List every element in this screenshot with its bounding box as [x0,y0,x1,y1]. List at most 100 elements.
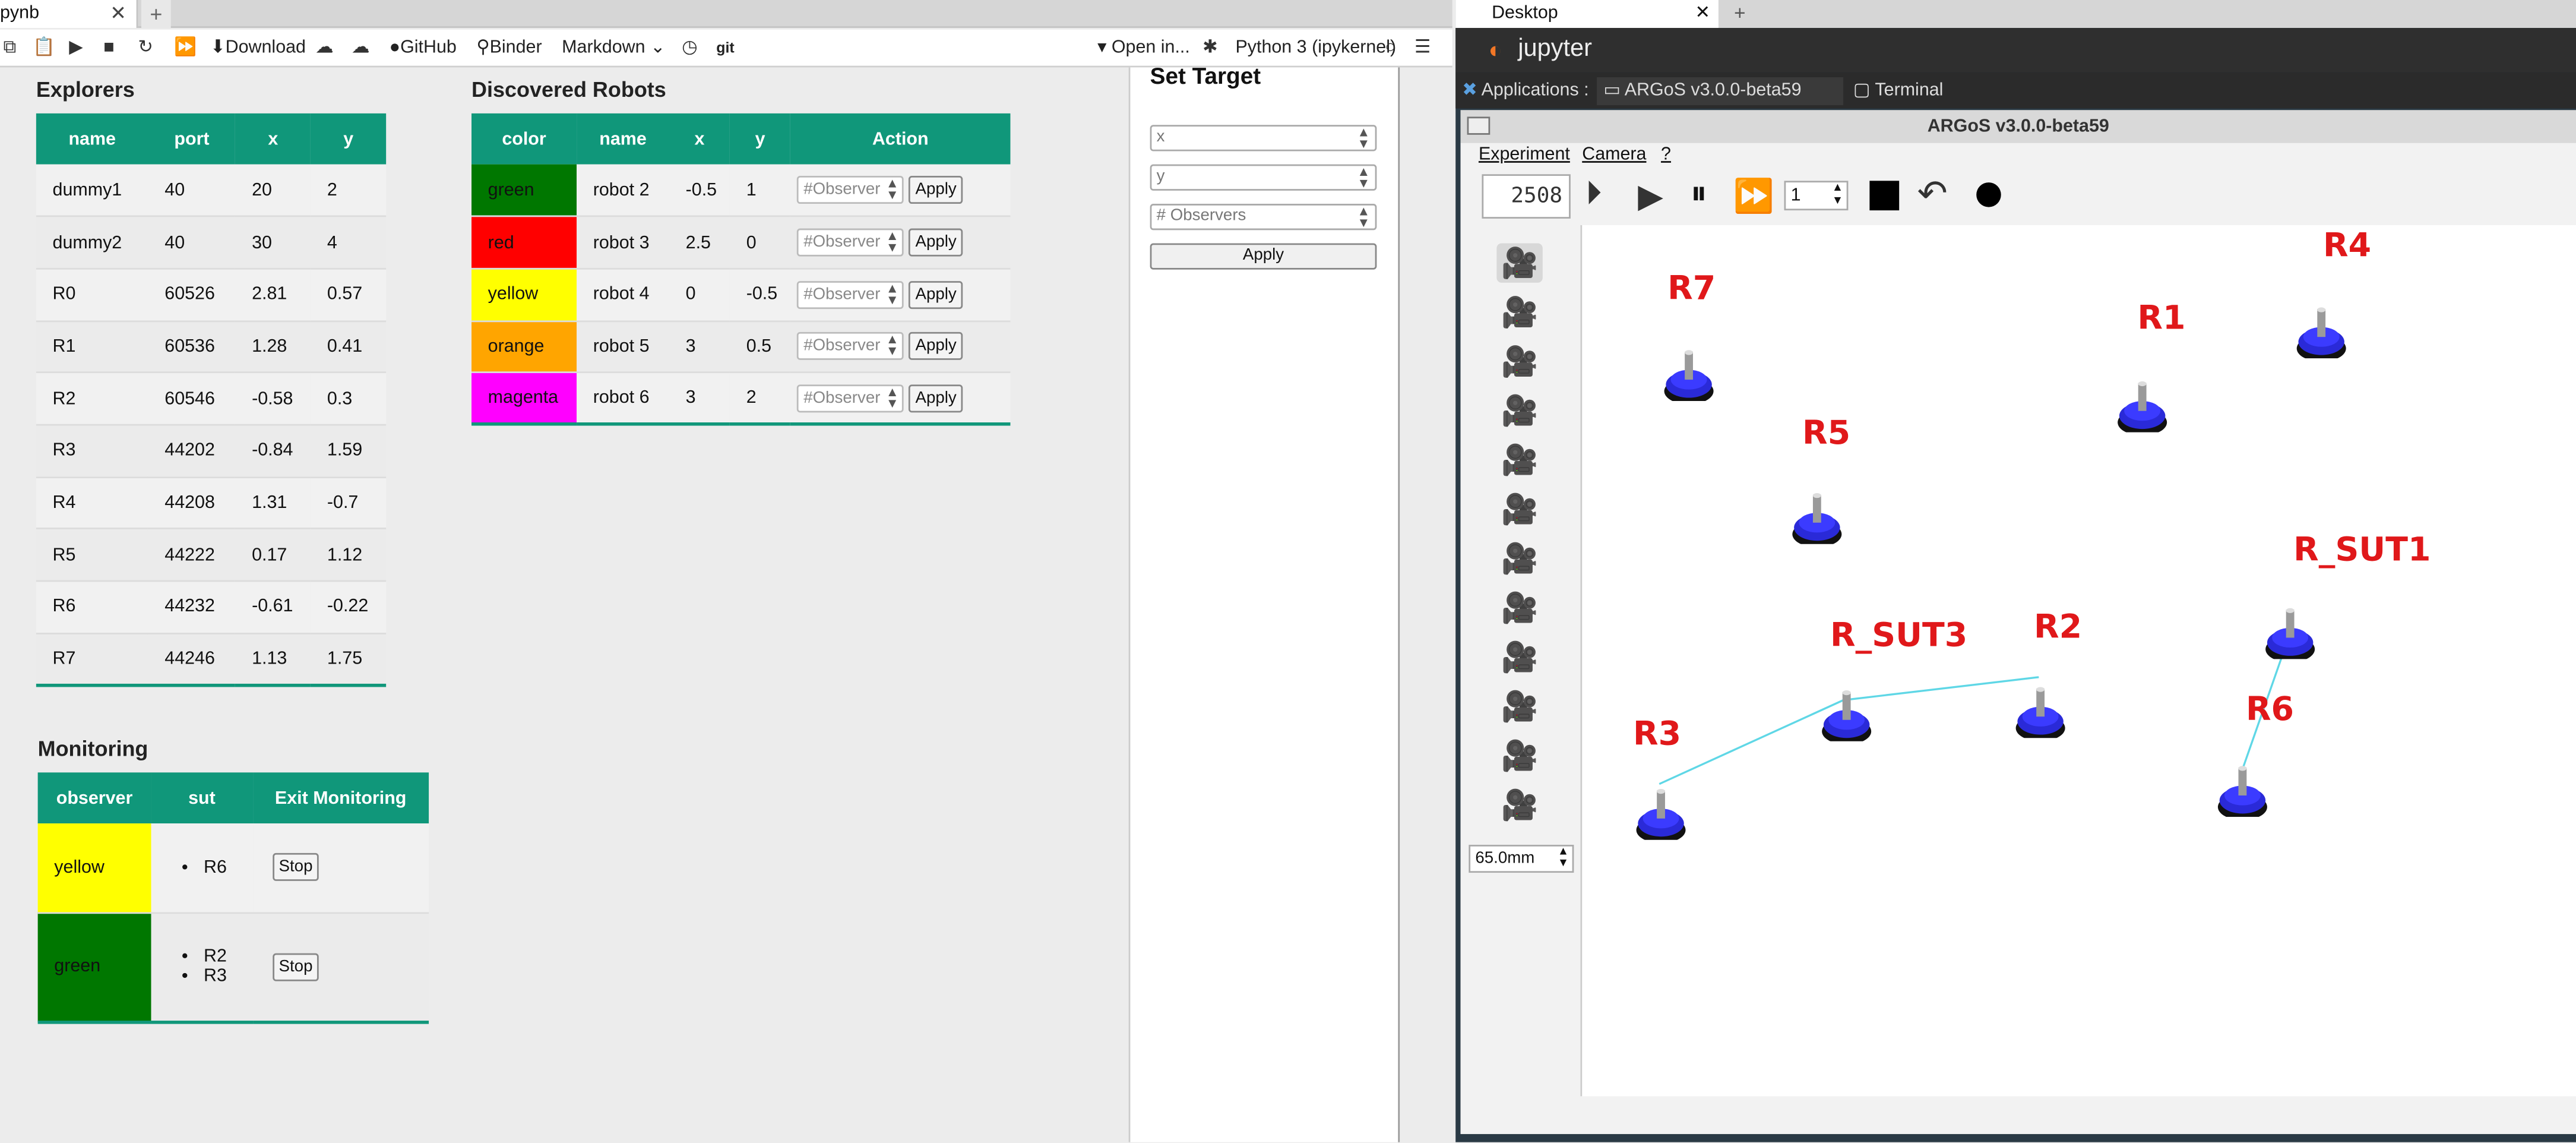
robot-r5-icon[interactable] [1791,491,1844,544]
spinner-icon[interactable]: ▲ ▼ [886,385,899,409]
robot-r4-icon[interactable] [2295,306,2348,359]
arena-view[interactable]: R7 R4 R1 R5 R_SUT1 R_SUT3 R2 R6 R3 [1580,225,2576,1097]
apply-button[interactable]: Apply [909,228,963,257]
github-icon: ● [389,37,401,58]
cloud-icon[interactable]: ☁ [315,36,333,61]
menu-experiment[interactable]: Experiment [1479,144,1570,164]
target-x-input[interactable]: x ▲ ▼ [1150,125,1377,151]
pause-icon[interactable]: ⏸ [1691,176,1707,214]
close-icon[interactable]: ✕ [110,0,126,28]
observer-input[interactable]: #Observer ▲ ▼ [797,280,904,309]
explorers-cell: R2 [36,372,148,426]
spinner-icon[interactable]: ▲ ▼ [886,282,899,306]
target-y-input[interactable]: y ▲ ▼ [1150,164,1377,191]
reset-icon[interactable]: ↶ [1917,172,1948,215]
apply-button[interactable]: Apply [909,332,963,361]
binder-button[interactable]: ⚲Binder [476,36,542,61]
task-argos[interactable]: ▭ ARGoS v3.0.0-beta59 [1597,77,1844,106]
explorers-cell: 30 [235,216,311,270]
camera-3-icon[interactable]: 🎥 [1496,342,1542,381]
apply-button[interactable]: Apply [909,384,963,412]
step-icon[interactable]: ⏵ [1586,176,1602,214]
kernel-name[interactable]: Python 3 (ipykernel) [1235,36,1396,61]
observer-input[interactable]: #Observer ▲ ▼ [797,384,904,412]
camera-5-icon[interactable]: 🎥 [1496,440,1542,479]
stop-icon[interactable] [1869,181,1900,211]
camera-4-icon[interactable]: 🎥 [1496,391,1542,430]
record-icon[interactable] [1976,182,2001,207]
cloud-upload-icon[interactable]: ☁ [352,36,369,61]
apply-button[interactable]: Apply [909,280,963,309]
robot-r2-icon[interactable] [2014,686,2067,738]
spinner-icon[interactable]: ▲ ▼ [886,229,899,254]
camera-10-icon[interactable]: 🎥 [1496,687,1542,726]
run-icon[interactable]: ▶ [69,36,83,61]
task-terminal[interactable]: ▢ Terminal [1850,77,1944,105]
add-tab-button[interactable]: + [1725,0,1755,28]
camera-2-icon[interactable]: 🎥 [1496,292,1542,331]
camera-1-icon[interactable]: 🎥 [1496,243,1543,283]
spinner-icon[interactable]: ▲ ▼ [1558,847,1569,870]
camera-12-icon[interactable]: 🎥 [1496,785,1542,825]
robot-r7-icon[interactable] [1663,349,1716,402]
menu-icon[interactable]: ☰ [1414,36,1431,61]
github-label: GitHub [400,37,457,58]
download-icon: ⬇ [210,37,226,58]
robot-name-cell: robot 3 [577,216,670,270]
clock-icon[interactable]: ◷ [682,36,698,61]
copy-icon[interactable]: ⧉ [4,36,17,61]
observers-input[interactable]: # Observers ▲ ▼ [1150,204,1377,231]
observer-input[interactable]: #Observer ▲ ▼ [797,332,904,361]
menu-camera[interactable]: Camera [1582,144,1646,164]
stop-button[interactable]: Stop [272,952,319,981]
explorers-header-0: name [36,113,148,165]
spinner-icon[interactable]: ▲ ▼ [886,177,899,201]
fast-forward-icon[interactable]: ⏩ [174,36,197,61]
spinner-icon[interactable]: ▲ ▼ [1357,126,1370,150]
github-button[interactable]: ●GitHub [390,36,457,61]
camera-6-icon[interactable]: 🎥 [1496,490,1542,529]
camera-11-icon[interactable]: 🎥 [1496,736,1542,775]
explorers-cell: R1 [36,320,148,374]
robot-r1-icon[interactable] [2116,380,2169,432]
stop-icon[interactable]: ■ [103,36,114,61]
debug-icon[interactable]: ✱ [1202,36,1218,61]
close-icon[interactable]: ✕ [1695,0,1711,28]
camera-7-icon[interactable]: 🎥 [1496,539,1542,578]
tab-notebook[interactable]: pynb ✕ [0,0,138,29]
robot-action-cell: #Observer ▲ ▼ Apply [790,216,1011,270]
stop-button[interactable]: Stop [272,853,319,882]
observer-input[interactable]: #Observer ▲ ▼ [797,176,904,204]
spinner-icon[interactable]: ▲ ▼ [886,333,899,358]
speed-input[interactable]: 1 ▲ ▼ [1784,181,1849,211]
target-x-placeholder: x [1156,128,1165,147]
paste-icon[interactable]: 📋 [33,36,55,61]
git-button[interactable]: git [716,36,734,61]
robot-r-sut1-icon[interactable] [2264,607,2316,659]
menu-help[interactable]: ? [1661,144,1671,164]
robot-r-sut3-icon[interactable] [1820,689,1873,741]
applications-label: Applications : [1481,80,1589,100]
restart-icon[interactable]: ↻ [138,36,153,61]
open-in-button[interactable]: ▾ Open in... [1097,36,1190,61]
window-menu-icon[interactable] [1467,116,1490,135]
set-target-apply-button[interactable]: Apply [1150,243,1377,270]
table-row: R2 60546 -0.58 0.3 [36,372,387,426]
play-icon[interactable]: ▶ [1638,176,1663,217]
add-tab-button[interactable]: + [141,0,171,29]
cell-type-select[interactable]: Markdown ⌄ [562,36,665,61]
camera-8-icon[interactable]: 🎥 [1496,588,1542,627]
robot-r6-icon[interactable] [2216,764,2269,817]
tab-desktop[interactable]: Desktop ✕ [1455,0,1719,29]
download-button[interactable]: ⬇Download [210,36,306,61]
fast-forward-icon[interactable]: ⏩ [1733,176,1774,217]
applications-menu[interactable]: ✖ Applications : [1462,77,1588,105]
spinner-icon[interactable]: ▲ ▼ [1832,182,1843,209]
observer-input[interactable]: #Observer ▲ ▼ [797,228,904,257]
spinner-icon[interactable]: ▲ ▼ [1357,204,1370,229]
spinner-icon[interactable]: ▲ ▼ [1357,165,1370,190]
robot-r3-icon[interactable] [1635,787,1688,840]
apply-button[interactable]: Apply [909,176,963,204]
zoom-input[interactable]: 65.0mm ▲ ▼ [1469,845,1574,873]
camera-9-icon[interactable]: 🎥 [1496,637,1542,677]
